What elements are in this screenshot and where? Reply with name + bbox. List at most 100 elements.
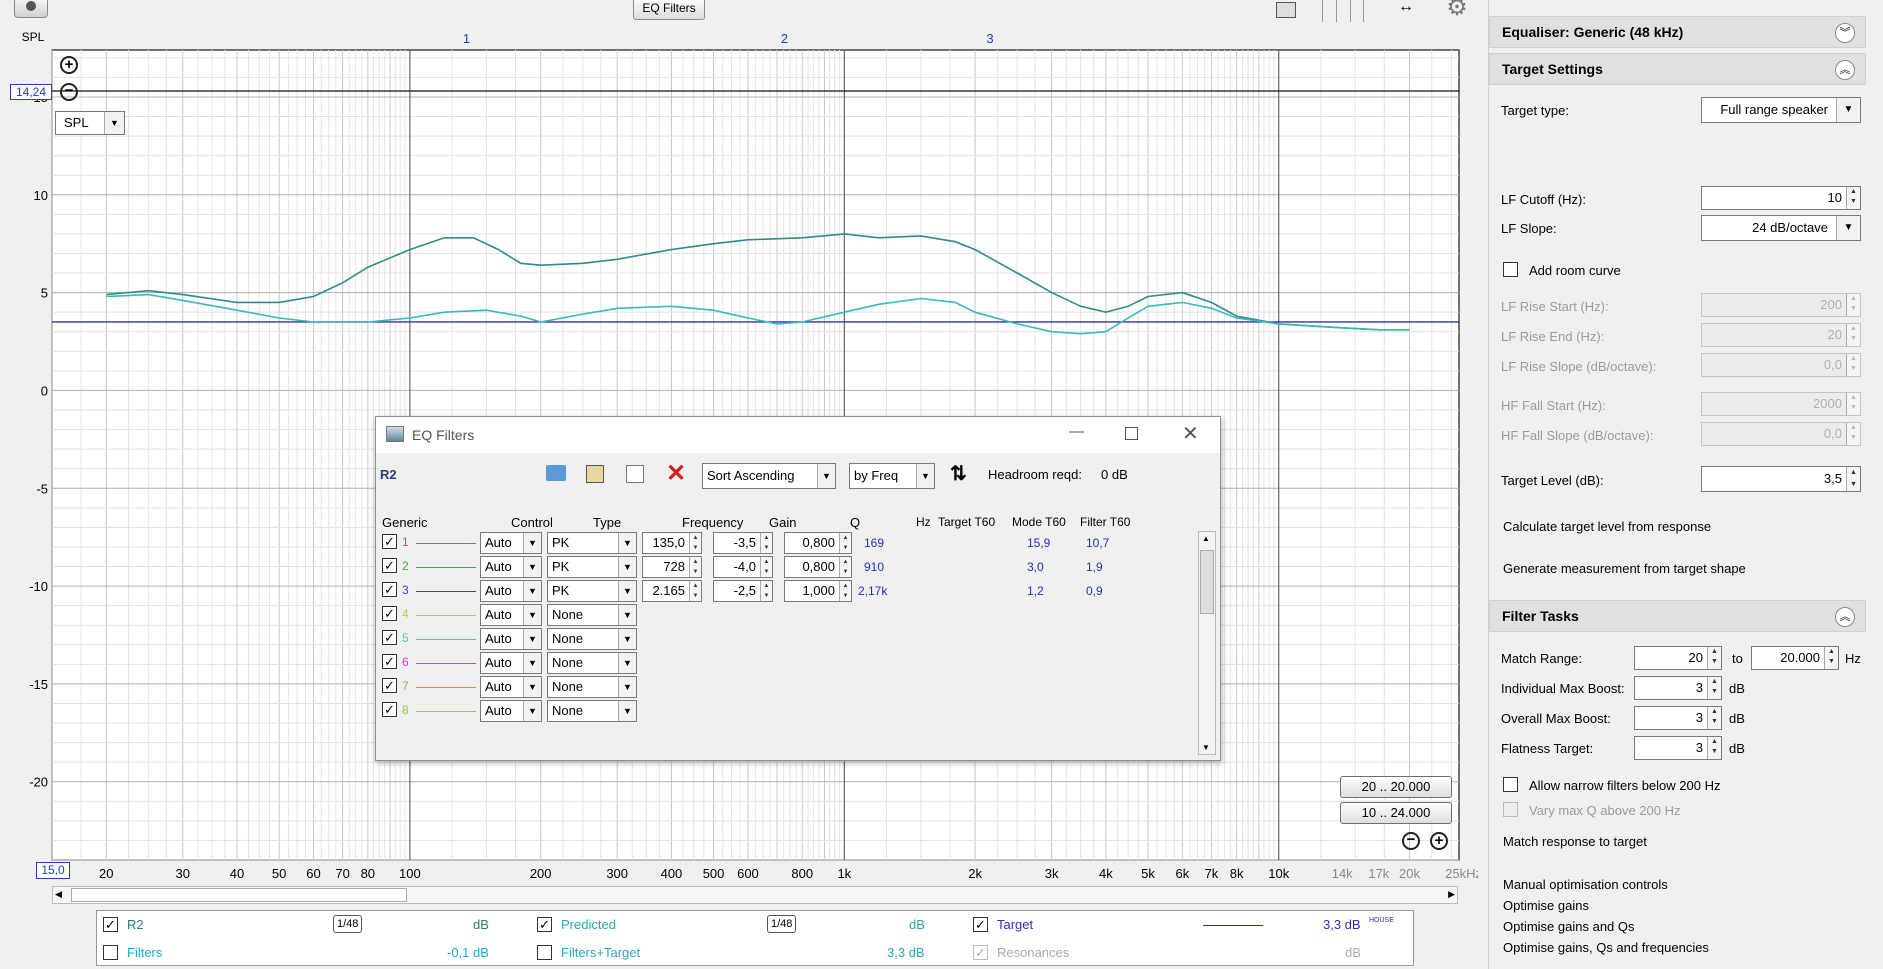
range-10-24000-button[interactable]: 10 .. 24.000 [1340,802,1452,824]
filters-target-checkbox[interactable] [537,945,552,960]
scroll-up-icon[interactable]: ▲ [1202,534,1210,543]
allow-narrow-checkbox[interactable] [1503,777,1518,792]
spinner-icon[interactable]: ▲ ▼ [1707,707,1721,729]
dialog-scrollbar[interactable]: ▲ ▼ [1198,531,1216,755]
spinner-icon[interactable]: ▲ ▼ [689,557,701,577]
filter-frequency-input[interactable]: 728 ▲ ▼ [642,556,702,578]
sort-direction-icon[interactable]: ⇅ [950,461,967,486]
x-zoom-out-icon[interactable]: − [1402,832,1420,850]
filter-gain-input[interactable]: -4,0 ▲ ▼ [713,556,773,578]
sort-by-dropdown[interactable]: by Freq ▼ [849,463,935,489]
filter-enable-checkbox[interactable]: ✓ [382,630,397,645]
predicted-smoothing[interactable]: 1/48 [767,915,797,933]
spinner-icon[interactable]: ▲ ▼ [1707,737,1721,759]
spinner-icon[interactable]: ▲ ▼ [1824,647,1838,669]
zoom-out-icon[interactable]: − [60,83,78,101]
chevron-up-icon[interactable]: ︽ [1835,60,1855,80]
filter-type-select[interactable]: PK ▼ [547,556,637,578]
spinner-icon[interactable]: ▲ ▼ [689,533,701,553]
camera-icon[interactable] [14,0,48,18]
filter-enable-checkbox[interactable]: ✓ [382,678,397,693]
spinner-icon[interactable]: ▲ ▼ [1846,187,1860,209]
spinner-icon[interactable]: ▲ ▼ [689,581,701,601]
minimize-icon[interactable]: — [1069,423,1093,440]
filter-control-select[interactable]: Auto ▼ [480,652,542,674]
filter-control-select[interactable]: Auto ▼ [480,700,542,722]
opt-gains-link[interactable]: Optimise gains [1503,898,1589,914]
maximize-icon[interactable] [1125,427,1138,440]
spinner-icon[interactable]: ▲ ▼ [839,533,851,553]
filter-tasks-header[interactable]: Filter Tasks ︽ [1489,600,1866,632]
chevron-up-icon[interactable]: ︽ [1835,607,1855,627]
filter-control-select[interactable]: Auto ▼ [480,676,542,698]
filter-gain-input[interactable]: -3,5 ▲ ▼ [713,532,773,554]
filter-q-input[interactable]: 0,800 ▲ ▼ [784,532,852,554]
match-range-from-input[interactable]: 20 ▲ ▼ [1634,646,1722,670]
filter-enable-checkbox[interactable]: ✓ [382,534,397,549]
target-type-select[interactable]: Full range speaker ▼ [1701,97,1861,123]
filter-control-select[interactable]: Auto ▼ [480,604,542,626]
lf-slope-select[interactable]: 24 dB/octave ▼ [1701,215,1861,241]
spl-dropdown[interactable]: SPL ▼ [55,111,125,135]
filter-frequency-input[interactable]: 2.165 ▲ ▼ [642,580,702,602]
gen-measurement-link[interactable]: Generate measurement from target shape [1503,561,1746,577]
sort-dropdown[interactable]: Sort Ascending ▼ [702,463,836,489]
spinner-icon[interactable]: ▲ ▼ [760,581,772,601]
filter-type-select[interactable]: None ▼ [547,700,637,722]
overall-boost-input[interactable]: 3 ▲ ▼ [1634,706,1722,730]
filter-control-select[interactable]: Auto ▼ [480,532,542,554]
filter-enable-checkbox[interactable]: ✓ [382,582,397,597]
r2-smoothing[interactable]: 1/48 [333,915,363,933]
scroll-left-icon[interactable]: ◀ [55,889,62,900]
scrollbar-thumb[interactable] [71,888,407,902]
filter-control-select[interactable]: Auto ▼ [480,628,542,650]
flatness-input[interactable]: 3 ▲ ▼ [1634,736,1722,760]
spinner-icon[interactable]: ▲ ▼ [760,557,772,577]
dialog-scrollbar-thumb[interactable] [1200,550,1214,614]
filter-type-select[interactable]: None ▼ [547,676,637,698]
filter-enable-checkbox[interactable]: ✓ [382,558,397,573]
filters-checkbox[interactable] [103,945,118,960]
filter-type-select[interactable]: None ▼ [547,604,637,626]
equaliser-header[interactable]: Equaliser: Generic (48 kHz) ︾ [1489,16,1866,48]
columns-icon[interactable] [1322,0,1364,22]
filter-enable-checkbox[interactable]: ✓ [382,702,397,717]
spinner-icon[interactable]: ▲ ▼ [839,581,851,601]
match-range-to-input[interactable]: 20.000 ▲ ▼ [1751,646,1839,670]
save-icon[interactable] [586,465,604,483]
close-icon[interactable]: ✕ [1182,421,1199,446]
indiv-boost-input[interactable]: 3 ▲ ▼ [1634,676,1722,700]
filter-frequency-input[interactable]: 135,0 ▲ ▼ [642,532,702,554]
filter-type-select[interactable]: PK ▼ [547,580,637,602]
r2-checkbox[interactable]: ✓ [103,917,118,932]
target-settings-header[interactable]: Target Settings ︽ [1489,53,1866,85]
filter-enable-checkbox[interactable]: ✓ [382,606,397,621]
spinner-icon[interactable]: ▲ ▼ [1707,677,1721,699]
folder-icon[interactable] [546,465,566,481]
gear-icon[interactable]: ⚙ [1444,0,1470,22]
match-response-link[interactable]: Match response to target [1503,834,1647,850]
layout-icon[interactable] [1262,0,1310,22]
range-20-20000-button[interactable]: 20 .. 20.000 [1340,776,1452,798]
filter-control-select[interactable]: Auto ▼ [480,580,542,602]
predicted-checkbox[interactable]: ✓ [537,917,552,932]
filter-enable-checkbox[interactable]: ✓ [382,654,397,669]
scroll-right-icon[interactable]: ▶ [1448,889,1455,900]
scroll-down-icon[interactable]: ▼ [1202,743,1210,752]
filter-q-input[interactable]: 0,800 ▲ ▼ [784,556,852,578]
delete-icon[interactable]: ✕ [666,459,686,488]
filter-type-select[interactable]: None ▼ [547,628,637,650]
filter-gain-input[interactable]: -2,5 ▲ ▼ [713,580,773,602]
horizontal-scrollbar[interactable]: ◀ ▶ [52,886,1458,904]
filter-type-select[interactable]: None ▼ [547,652,637,674]
eq-filters-button[interactable]: EQ Filters [633,0,705,20]
copy-icon[interactable] [626,465,644,483]
spinner-icon[interactable]: ▲ ▼ [1707,647,1721,669]
opt-gains-qs-freqs-link[interactable]: Optimise gains, Qs and frequencies [1503,940,1709,956]
target-checkbox[interactable]: ✓ [973,917,988,932]
lf-cutoff-input[interactable]: 10 ▲ ▼ [1701,186,1861,210]
spinner-icon[interactable]: ▲ ▼ [1846,467,1860,491]
calc-target-link[interactable]: Calculate target level from response [1503,519,1711,535]
x-zoom-in-icon[interactable]: + [1430,832,1448,850]
opt-gains-qs-link[interactable]: Optimise gains and Qs [1503,919,1635,935]
